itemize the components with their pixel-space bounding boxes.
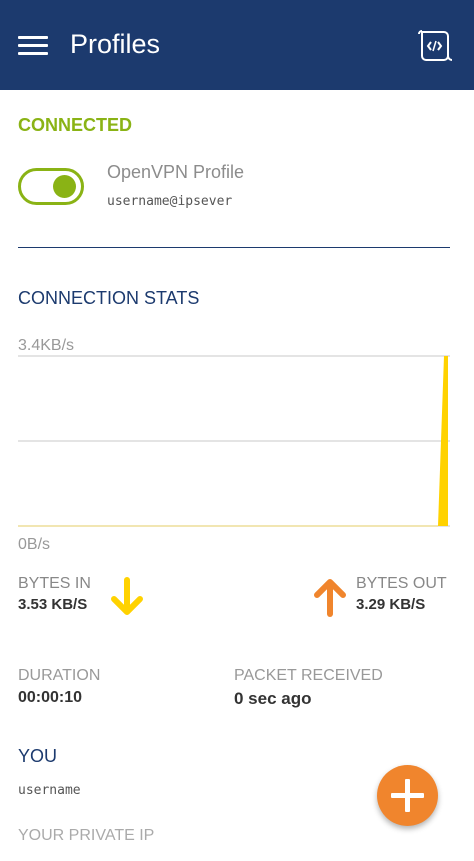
connection-toggle[interactable] — [18, 168, 84, 205]
profile-username: username@ipsever — [107, 194, 233, 209]
packet-received-label: PACKET RECEIVED — [234, 667, 383, 684]
bytes-in-label: BYTES IN — [18, 575, 91, 592]
log-file-icon[interactable] — [414, 26, 454, 64]
duration-label: DURATION — [18, 667, 101, 684]
bytes-out-value: 3.29 KB/S — [356, 596, 426, 613]
app-bar: Profiles — [0, 0, 474, 90]
duration-value: 00:00:10 — [18, 689, 83, 706]
connected-status-label: CONNECTED — [18, 115, 133, 135]
profile-name[interactable]: OpenVPN Profile — [107, 162, 244, 183]
hamburger-menu-icon[interactable] — [14, 28, 52, 62]
you-username: username — [18, 783, 81, 798]
you-section-title: YOU — [18, 746, 58, 766]
connection-stats-title: CONNECTION STATS — [18, 288, 200, 308]
plus-icon-vertical — [405, 779, 410, 812]
arrow-up-icon — [313, 577, 347, 617]
page-title: Profiles — [70, 29, 161, 59]
private-ip-label: YOUR PRIVATE IP — [18, 827, 155, 844]
divider — [18, 247, 450, 248]
bytes-out-label: BYTES OUT — [356, 575, 447, 592]
y-axis-max-label: 3.4KB/s — [18, 337, 74, 354]
packet-received-value: 0 sec ago — [234, 689, 312, 708]
add-profile-button[interactable] — [377, 765, 438, 826]
arrow-down-icon — [110, 577, 144, 617]
bytes-in-value: 3.53 KB/S — [18, 596, 88, 613]
connection-stats-chart: 3.4KB/s 0B/s — [18, 337, 450, 553]
toggle-knob — [53, 175, 76, 198]
y-axis-min-label: 0B/s — [18, 536, 50, 553]
